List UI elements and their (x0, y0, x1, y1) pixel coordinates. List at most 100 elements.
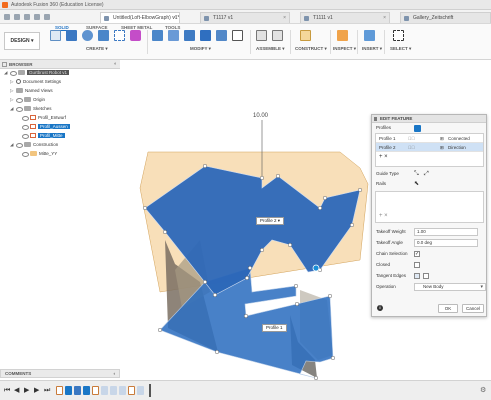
dialog-header: EDIT FEATURE (372, 115, 486, 123)
extrude-icon[interactable] (66, 30, 77, 41)
table-row[interactable]: Profile 1 ▢⃝ ⊞ Connected (376, 134, 483, 143)
assemble-menu[interactable]: ASSEMBLE ▾ (256, 46, 285, 52)
step-forward-icon[interactable]: ▶ (34, 387, 39, 395)
close-tab-icon[interactable]: × (283, 13, 286, 23)
modify-menu[interactable]: MODIFY ▾ (190, 46, 211, 52)
tangent-edges-merge-icon[interactable] (414, 273, 420, 279)
redo-icon[interactable] (44, 14, 50, 20)
collapse-icon[interactable] (2, 62, 7, 67)
sketch-icon (30, 124, 36, 130)
offset-plane-icon[interactable] (300, 30, 311, 41)
closed-label: Closed (376, 262, 391, 267)
timeline-feature-icon[interactable] (137, 386, 144, 395)
construct-menu[interactable]: CONSTRUCT ▾ (295, 46, 327, 52)
create-menu[interactable]: CREATE ▾ (86, 46, 108, 52)
new-component-icon[interactable] (256, 30, 267, 41)
grid-menu-icon[interactable] (4, 14, 10, 20)
tangent-edges-keep-icon[interactable] (423, 273, 429, 279)
takeoff-angle-field[interactable]: 0.0 deg (414, 239, 478, 247)
operation-select[interactable]: New Body (414, 283, 486, 291)
file-menu-icon[interactable] (14, 14, 20, 20)
revolve-icon[interactable] (82, 30, 93, 41)
profile-2-label[interactable]: Profile 2 ▾ (256, 217, 285, 225)
cursor-icon[interactable]: ⬉ (414, 179, 419, 189)
takeoff-weight-field[interactable]: 1.00 (414, 228, 478, 236)
save-icon[interactable] (24, 14, 30, 20)
document-icon (304, 16, 309, 21)
undo-icon[interactable] (34, 14, 40, 20)
tab-document-3[interactable]: T1111 v1 × (300, 12, 390, 23)
table-row[interactable]: Profile 2 ▢⃝ ⊞ Direction (376, 143, 483, 152)
move-icon[interactable] (232, 30, 243, 41)
inspect-menu[interactable]: INSPECT ▾ (333, 46, 356, 52)
guide-type-rails-icon[interactable]: ⤡ (414, 169, 419, 179)
browser-construction[interactable]: ◢ Construction (10, 141, 58, 149)
profile-select-icon[interactable] (414, 125, 421, 132)
workspace-switcher[interactable]: DESIGN ▾ (4, 32, 40, 50)
chamfer-icon[interactable] (184, 30, 195, 41)
timeline: ⏮ ◀ ▶ ▶ ⏭ ⚙ (0, 380, 491, 400)
timeline-feature-icon[interactable] (74, 386, 81, 395)
create-sketch-icon[interactable] (50, 30, 61, 41)
pin-icon[interactable]: ◐ (113, 370, 116, 378)
timeline-sketch-icon[interactable] (128, 386, 135, 395)
profile-1-label[interactable]: Profile 1 (262, 324, 287, 332)
close-tab-icon[interactable]: × (173, 13, 176, 23)
closed-checkbox[interactable] (414, 262, 420, 268)
browser-plane-mitte[interactable]: Mitte_YY (22, 150, 57, 158)
ok-button[interactable]: OK (438, 304, 458, 313)
select-menu[interactable]: SELECT ▾ (390, 46, 411, 52)
press-pull-icon[interactable] (152, 30, 163, 41)
go-to-end-icon[interactable]: ⏭ (44, 387, 50, 395)
browser-root[interactable]: ◢ Gurtbrust Robot v1 (4, 69, 70, 77)
step-back-icon[interactable]: ◀ (14, 387, 19, 395)
browser-document-settings[interactable]: ▷ Document Settings (10, 78, 61, 86)
insert-image-icon[interactable] (364, 30, 375, 41)
timeline-feature-icon[interactable] (83, 386, 90, 395)
info-icon[interactable]: i (377, 305, 383, 311)
joint-icon[interactable] (272, 30, 283, 41)
timeline-feature-icon[interactable] (101, 386, 108, 395)
shell-icon[interactable] (200, 30, 211, 41)
document-icon (404, 16, 409, 21)
browser-origin[interactable]: ▷ Origin (10, 96, 45, 104)
insert-menu[interactable]: INSERT ▾ (362, 46, 382, 52)
fillet-icon[interactable] (168, 30, 179, 41)
timeline-marker[interactable] (149, 384, 151, 397)
browser-sketch-entwurf[interactable]: Profil_Entwurf (22, 114, 66, 122)
tab-document-4[interactable]: Gallery_Zeitschrift (400, 12, 491, 23)
tab-document-1[interactable]: Untitled(Loft-ElbowGraph) v1* × (100, 12, 180, 23)
timeline-feature-icon[interactable] (119, 386, 126, 395)
folder-icon (16, 88, 23, 94)
browser-sketch-mitte[interactable]: Profil_Mitte (22, 132, 65, 140)
browser-named-views[interactable]: ▷ Named Views (10, 87, 53, 95)
play-icon[interactable]: ▶ (24, 387, 29, 395)
pin-icon[interactable]: ◐ (114, 61, 117, 67)
sweep-icon[interactable] (98, 30, 109, 41)
form-icon[interactable] (130, 30, 141, 41)
add-remove-rail[interactable]: + × (379, 213, 388, 219)
measure-icon[interactable] (337, 30, 348, 41)
dimension-value[interactable]: 10.00 (253, 113, 268, 119)
timeline-sketch-icon[interactable] (56, 386, 63, 395)
selected-vertex[interactable] (312, 264, 320, 272)
timeline-feature-icon[interactable] (65, 386, 72, 395)
comments-bar[interactable]: COMMENTS ◐ (0, 369, 120, 378)
title-bar: Autodesk Fusion 360 (Education License) (0, 0, 491, 10)
chain-selection-checkbox[interactable]: ✓ (414, 251, 420, 257)
cancel-button[interactable]: Cancel (462, 304, 484, 313)
guide-type-centerline-icon[interactable]: ⤢ (424, 169, 429, 179)
timeline-sketch-icon[interactable] (92, 386, 99, 395)
close-tab-icon[interactable]: × (383, 13, 386, 23)
browser-sketch-aussen[interactable]: Profil_Aussen (22, 123, 70, 131)
go-to-start-icon[interactable]: ⏮ (4, 387, 10, 395)
browser-sketches[interactable]: ◢ Sketches (10, 105, 52, 113)
select-icon[interactable] (393, 30, 404, 41)
combine-icon[interactable] (216, 30, 227, 41)
box-select-icon[interactable] (114, 30, 125, 41)
add-remove-profile[interactable]: + × (379, 154, 388, 160)
gear-icon[interactable]: ⚙ (480, 386, 486, 394)
tab-document-2[interactable]: T1117 v1 × (200, 12, 290, 23)
timeline-feature-icon[interactable] (110, 386, 117, 395)
rails-list[interactable]: + × (375, 191, 484, 223)
